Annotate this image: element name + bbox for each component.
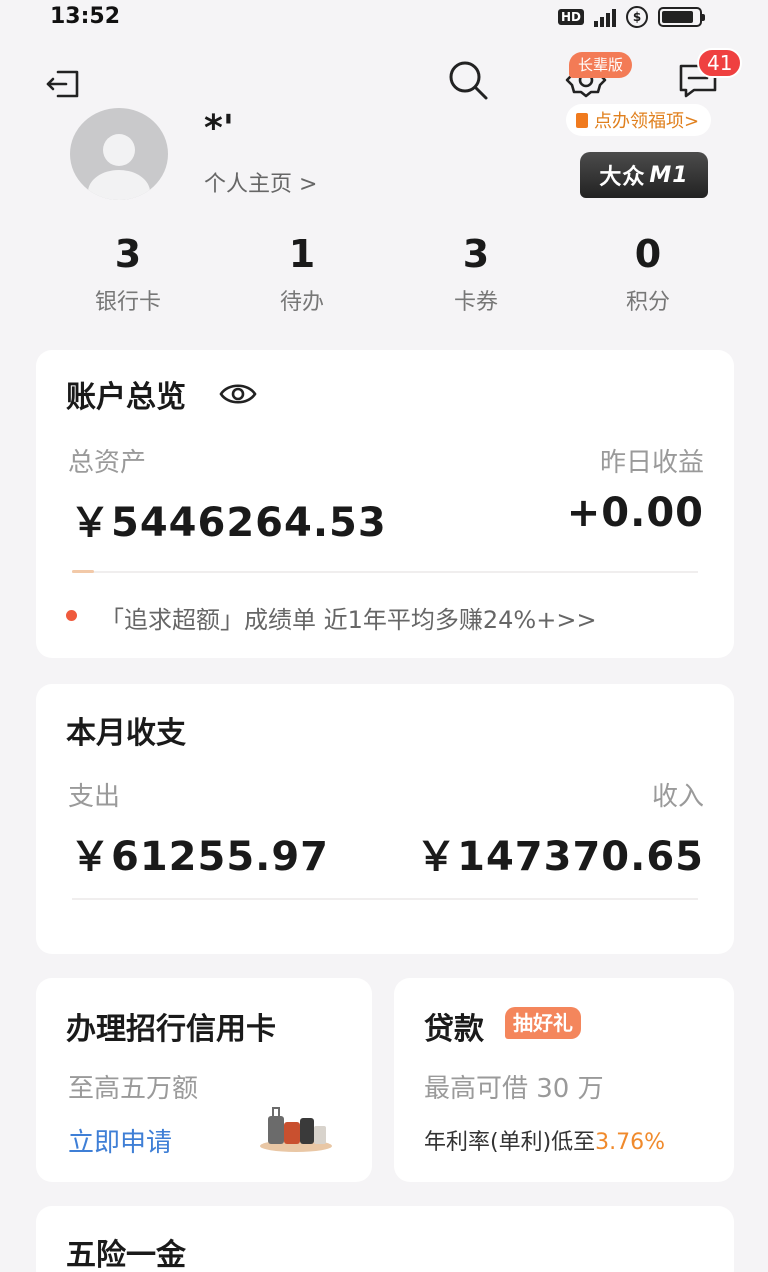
level-prefix: 大众 [599,165,646,190]
apply-now-link[interactable]: 立即申请 [68,1122,172,1159]
battery-icon [658,7,705,27]
status-bar: 13:52 HD $ [0,0,768,36]
stat-label: 银行卡 [94,290,161,315]
promo-dot [66,610,77,621]
stat-value: 1 [288,232,316,276]
expense-amount: ￥61255.97 [70,834,330,880]
status-time: 13:52 [50,4,121,29]
avatar-head [103,134,135,166]
stat-bank-cards[interactable]: 3 银行卡 [68,226,188,316]
income-label: 收入 [651,782,704,812]
stats-row: 3 银行卡 1 待办 3 卡券 0 积分 [0,226,768,326]
status-icons: HD $ [557,6,705,28]
avatar-shoulders [88,170,150,200]
insurance-title: 五险一金 [66,1238,186,1272]
yesterday-income-amount: +0.00 [566,490,704,536]
accent-dash [72,570,94,573]
welfare-link-label: 点办领福项> [594,111,700,132]
stat-value: 3 [462,232,490,276]
exit-icon[interactable] [44,64,84,104]
account-overview-title: 账户总览 [66,380,186,415]
profile-homepage-link[interactable]: 个人主页 > [204,166,317,198]
total-assets-label: 总资产 [68,448,147,478]
loan-subtitle: 最高可借 30 万 [424,1074,604,1104]
avatar[interactable] [70,108,168,200]
stat-label: 积分 [625,290,670,315]
credit-card-title: 办理招行信用卡 [66,1012,276,1047]
divider [72,898,698,900]
stat-label: 待办 [279,290,324,315]
loan-rate-line: 年利率(单利)低至3.76% [424,1124,665,1156]
message-count-badge: 41 [697,48,743,78]
document-icon [576,112,588,128]
stat-points[interactable]: 0 积分 [588,226,708,316]
member-level-badge[interactable]: 大众 M1 [580,152,708,198]
vpn-icon: $ [626,6,648,28]
yesterday-income-label: 昨日收益 [599,448,704,478]
stat-todo[interactable]: 1 待办 [242,226,362,316]
rate-value: 3.76% [595,1130,666,1155]
stat-coupons[interactable]: 3 卡券 [416,226,536,316]
search-icon[interactable] [446,58,490,102]
level-code: M1 [649,162,689,188]
rate-prefix: 年利率(单利)低至 [424,1130,596,1155]
signal-icon [594,7,616,27]
lucky-draw-tag[interactable]: 抽好礼 [505,1007,581,1039]
elder-mode-tag[interactable]: 长辈版 [569,52,633,78]
investment-promo-link[interactable]: 「追求超额」成绩单 近1年平均多赚24%+>> [100,600,597,635]
divider [72,571,698,573]
luggage-icon [256,1098,336,1154]
expense-label: 支出 [68,782,121,812]
monthly-summary-title: 本月收支 [66,716,186,751]
loan-title: 贷款 [424,1012,484,1047]
income-amount: ￥147370.65 [416,834,704,880]
welfare-link[interactable]: 点办领福项> [566,104,712,136]
hd-icon: HD [557,9,584,25]
credit-card-subtitle: 至高五万额 [68,1074,199,1104]
stat-label: 卡券 [453,290,498,315]
stat-value: 0 [634,232,662,276]
total-assets-amount: ￥5446264.53 [70,500,387,546]
user-name: *' [204,108,234,149]
stat-value: 3 [114,232,142,276]
eye-icon[interactable] [218,380,258,408]
